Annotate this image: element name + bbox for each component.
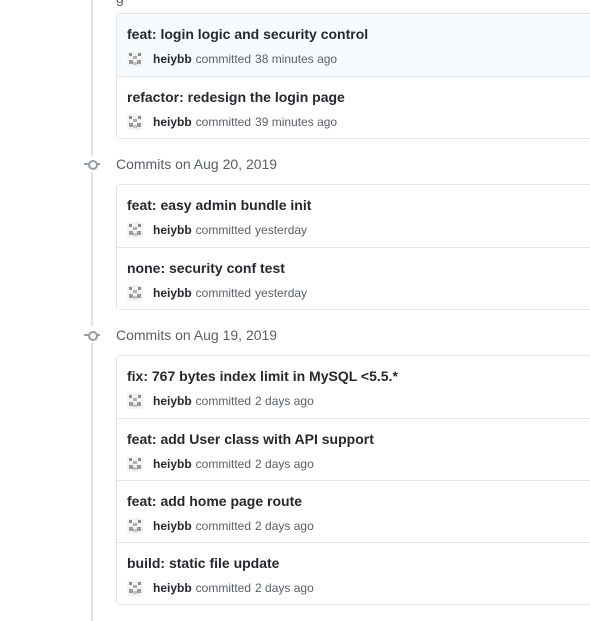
commit-row: build: static file update heiybb committ… <box>117 542 590 604</box>
commit-group-date: Commits on Aug 20, 2019 <box>116 156 278 172</box>
identicon-avatar-icon[interactable] <box>127 518 143 534</box>
commit-title-link[interactable]: refactor: redesign the login page <box>127 88 345 106</box>
committed-label: committed <box>195 115 252 129</box>
commit-time: yesterday <box>255 286 308 300</box>
identicon-avatar-icon[interactable] <box>127 456 143 472</box>
commit-meta: heiybb committed yesterday <box>127 285 590 301</box>
commit-meta: heiybb committed 39 minutes ago <box>127 114 590 130</box>
commit-time: 2 days ago <box>255 457 314 471</box>
committed-label: committed <box>195 581 252 595</box>
commit-title-link[interactable]: feat: add home page route <box>127 492 302 510</box>
commit-title-link[interactable]: feat: login logic and security control <box>127 25 368 43</box>
timeline-line <box>91 0 93 621</box>
committed-label: committed <box>195 457 252 471</box>
commit-meta: heiybb committed 2 days ago <box>127 393 590 409</box>
commit-time: 2 days ago <box>255 519 314 533</box>
commit-row: feat: login logic and security control h… <box>117 14 590 76</box>
identicon-avatar-icon[interactable] <box>127 222 143 238</box>
commit-author-link[interactable]: heiybb <box>153 52 192 66</box>
commit-meta: heiybb committed 2 days ago <box>127 456 590 472</box>
identicon-avatar-icon[interactable] <box>127 51 143 67</box>
commit-row: feat: add home page route heiybb committ… <box>117 480 590 542</box>
identicon-avatar-icon[interactable] <box>127 393 143 409</box>
previous-group-header-fragment: g <box>116 0 124 6</box>
commit-author-link[interactable]: heiybb <box>153 286 192 300</box>
git-commit-icon <box>84 327 100 343</box>
commit-author-link[interactable]: heiybb <box>153 519 192 533</box>
commit-title-link[interactable]: fix: 767 bytes index limit in MySQL <5.5… <box>127 367 398 385</box>
commit-time: 2 days ago <box>255 581 314 595</box>
commit-author-link[interactable]: heiybb <box>153 581 192 595</box>
commit-author-link[interactable]: heiybb <box>153 394 192 408</box>
commit-group-header: Commits on Aug 19, 2019 <box>84 325 277 345</box>
identicon-avatar-icon[interactable] <box>127 114 143 130</box>
commit-time: yesterday <box>255 223 308 237</box>
committed-label: committed <box>195 519 252 533</box>
git-commit-icon <box>84 156 100 172</box>
commit-meta: heiybb committed yesterday <box>127 222 590 238</box>
commit-list: fix: 767 bytes index limit in MySQL <5.5… <box>116 355 590 605</box>
commit-time: 2 days ago <box>255 394 314 408</box>
identicon-avatar-icon[interactable] <box>127 285 143 301</box>
identicon-avatar-icon[interactable] <box>127 580 143 596</box>
committed-label: committed <box>195 394 252 408</box>
commit-title-link[interactable]: build: static file update <box>127 554 279 572</box>
commit-title-link[interactable]: none: security conf test <box>127 259 285 277</box>
commit-time: 38 minutes ago <box>255 52 338 66</box>
commit-title-link[interactable]: feat: add User class with API support <box>127 430 374 448</box>
commit-meta: heiybb committed 2 days ago <box>127 518 590 534</box>
commit-row: none: security conf test heiybb committe… <box>117 247 590 309</box>
commit-meta: heiybb committed 2 days ago <box>127 580 590 596</box>
commit-group-header: Commits on Aug 20, 2019 <box>84 154 277 174</box>
commit-row: fix: 767 bytes index limit in MySQL <5.5… <box>117 356 590 418</box>
commit-time: 39 minutes ago <box>255 115 338 129</box>
committed-label: committed <box>195 223 252 237</box>
commit-row: refactor: redesign the login page heiybb… <box>117 76 590 138</box>
commit-group-date: Commits on Aug 19, 2019 <box>116 327 278 343</box>
commit-meta: heiybb committed 38 minutes ago <box>127 51 590 67</box>
commit-list: feat: login logic and security control h… <box>116 13 590 139</box>
commit-author-link[interactable]: heiybb <box>153 223 192 237</box>
committed-label: committed <box>195 286 252 300</box>
commit-title-link[interactable]: feat: easy admin bundle init <box>127 196 311 214</box>
commit-author-link[interactable]: heiybb <box>153 115 192 129</box>
commit-list: feat: easy admin bundle init heiybb comm… <box>116 184 590 310</box>
committed-label: committed <box>195 52 252 66</box>
commit-author-link[interactable]: heiybb <box>153 457 192 471</box>
commit-row: feat: easy admin bundle init heiybb comm… <box>117 185 590 247</box>
commit-row: feat: add User class with API support he… <box>117 418 590 480</box>
